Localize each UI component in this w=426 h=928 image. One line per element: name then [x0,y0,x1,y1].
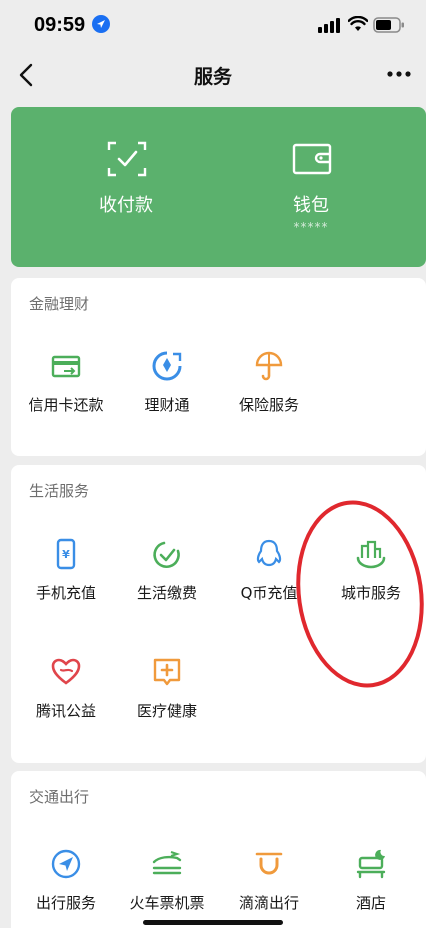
credit-card-repay-button[interactable]: 信用卡还款 [14,350,118,460]
scan-check-icon [107,141,147,177]
utility-payment-icon [153,541,180,569]
charity-icon [51,658,81,685]
tile-label: 医疗健康 [136,702,197,720]
more-options-icon[interactable] [382,60,416,88]
credit-card-repay-icon [51,355,81,378]
wallet-button[interactable]: 钱包 ***** [216,107,406,267]
location-arrow-icon [92,15,110,33]
train-ticket-button[interactable]: 火车票机票 [115,848,219,928]
pay-wallet-banner: 收付款 钱包 ***** [11,107,426,267]
svg-text:¥: ¥ [62,548,70,561]
life-services-section: 生活服务 ¥ 手机充值 生活缴费 Q币充值 城市服务 腾讯公益 医疗健康 [11,465,426,763]
wealth-button[interactable]: 理财通 [115,350,219,460]
city-service-button[interactable]: 城市服务 [319,538,423,648]
train-ticket-icon [152,851,182,875]
wallet-balance-mask: ***** [293,220,329,234]
section-title-finance: 金融理财 [29,295,90,313]
didi-icon [255,852,283,875]
wifi-icon [348,16,368,31]
insurance-icon [255,351,283,381]
city-service-icon [356,540,386,569]
medical-button[interactable]: 医疗健康 [115,656,219,766]
charity-button[interactable]: 腾讯公益 [14,656,118,766]
wealth-icon [152,351,182,381]
qq-coin-icon [256,539,282,567]
wallet-label: 钱包 [293,195,329,216]
battery-icon [373,17,404,33]
travel-section: 交通出行 出行服务 火车票机票 滴滴出行 酒店 [11,771,426,928]
status-bar: 09:59 [0,0,426,50]
cellular-signal-icon [318,18,340,33]
qq-coin-button[interactable]: Q币充值 [217,538,321,648]
utility-payment-button[interactable]: 生活缴费 [115,538,219,648]
didi-button[interactable]: 滴滴出行 [217,848,321,928]
pay-receive-label: 收付款 [99,195,153,216]
travel-service-button[interactable]: 出行服务 [14,848,118,928]
nav-bar: 服务 [0,50,426,100]
tile-label: 城市服务 [340,584,401,602]
insurance-button[interactable]: 保险服务 [217,350,321,460]
section-title-life: 生活服务 [29,482,90,500]
status-time: 09:59 [34,14,86,36]
phone-recharge-button[interactable]: ¥ 手机充值 [14,538,118,648]
wallet-icon [292,143,332,175]
section-title-travel: 交通出行 [29,788,90,806]
page-title: 服务 [193,66,232,88]
travel-service-icon [51,849,81,879]
tile-label: 酒店 [355,894,386,912]
home-indicator [143,920,283,925]
hotel-button[interactable]: 酒店 [319,848,423,928]
medical-icon [153,658,181,686]
hotel-icon [356,849,386,879]
phone-recharge-icon: ¥ [56,538,76,570]
finance-section: 金融理财 信用卡还款 理财通 保险服务 [11,278,426,456]
tile-label: 保险服务 [238,396,299,414]
pay-receive-button[interactable]: 收付款 [31,107,221,267]
